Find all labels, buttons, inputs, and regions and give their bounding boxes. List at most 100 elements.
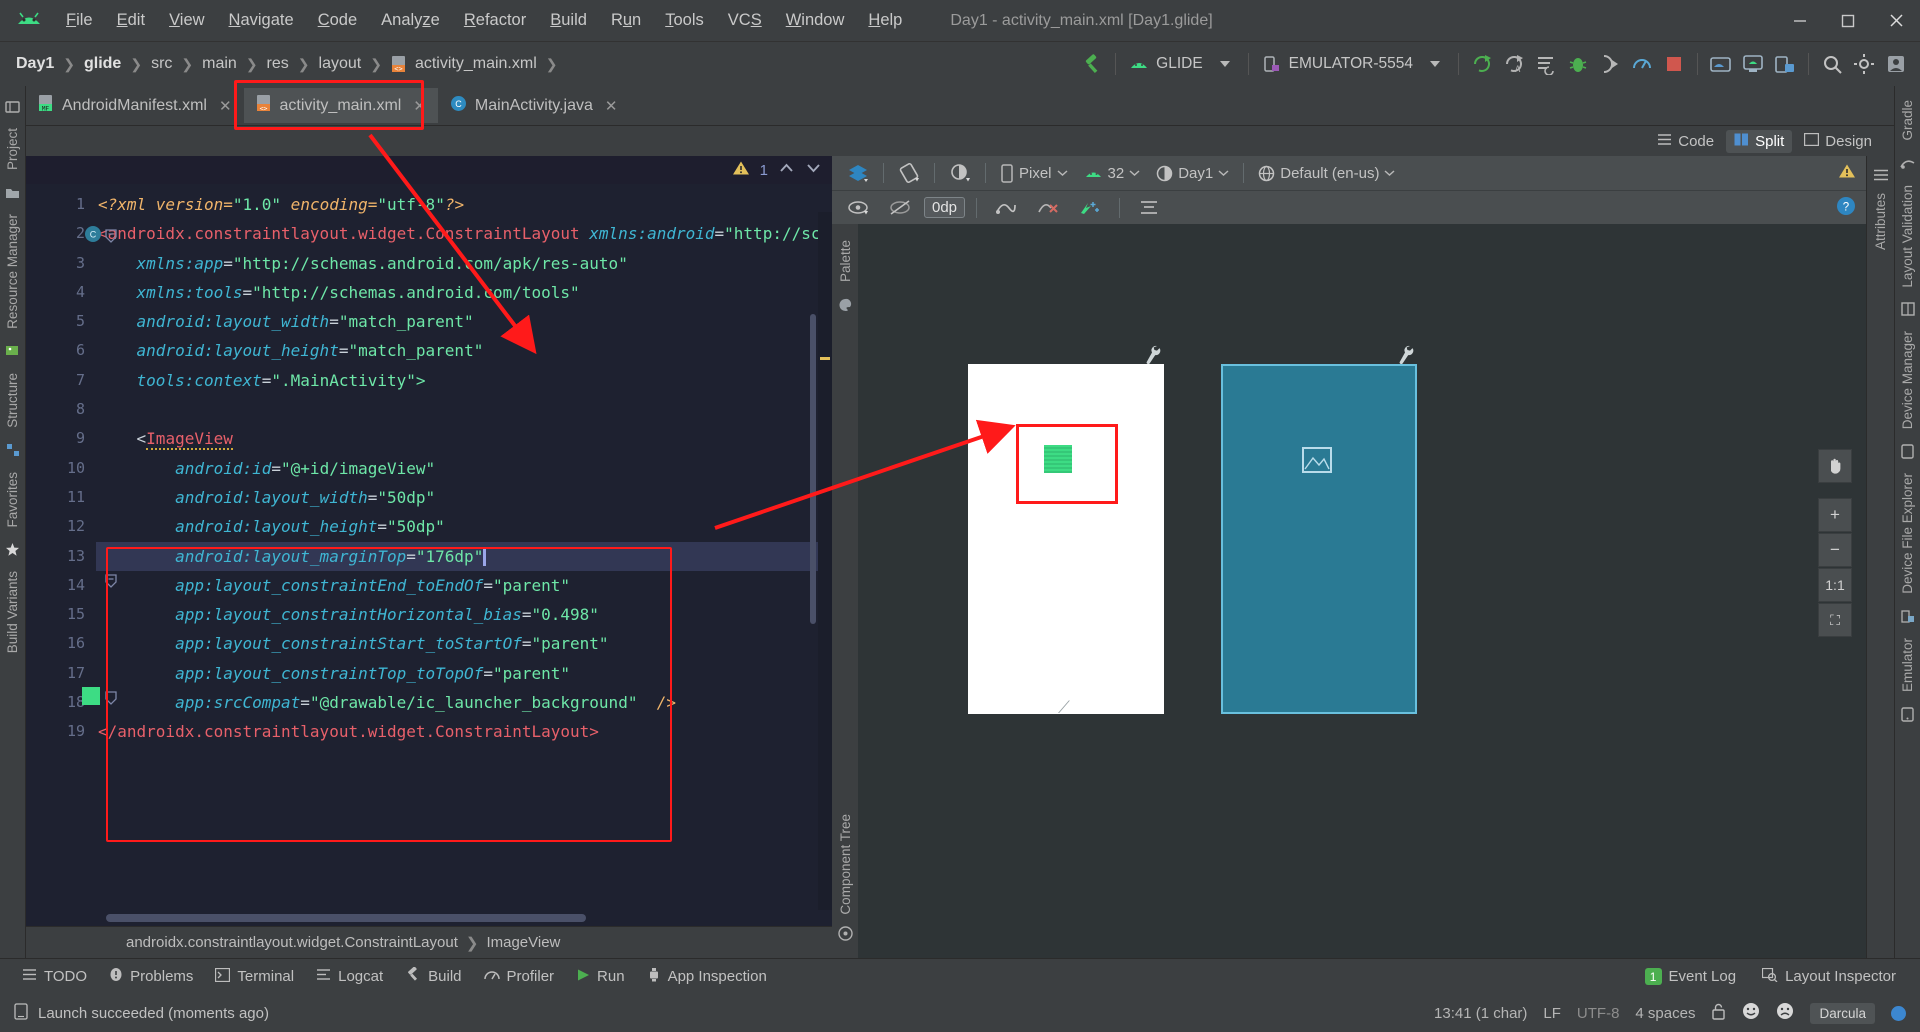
- design-help-icon[interactable]: ?: [1836, 196, 1866, 220]
- design-render-preview[interactable]: [968, 364, 1164, 714]
- breadcrumb-glide[interactable]: glide: [82, 53, 123, 75]
- orientation-button[interactable]: [891, 160, 927, 186]
- device-config-selector[interactable]: Pixel: [993, 161, 1075, 186]
- zoom-actual-button[interactable]: 1:1: [1818, 568, 1852, 602]
- vertical-scrollbar[interactable]: [810, 314, 816, 624]
- menu-code[interactable]: Code: [306, 7, 369, 34]
- code-line[interactable]: <androidx.constraintlayout.widget.Constr…: [96, 219, 832, 248]
- class-marker-icon[interactable]: C: [84, 225, 102, 247]
- sad-face-icon[interactable]: [1776, 1002, 1794, 1024]
- menu-view[interactable]: View: [157, 7, 216, 34]
- menu-edit[interactable]: Edit: [105, 7, 157, 34]
- zoom-in-button[interactable]: +: [1818, 498, 1852, 532]
- api-level-selector[interactable]: 32: [1077, 162, 1148, 185]
- line-separator[interactable]: LF: [1543, 1005, 1561, 1022]
- code-line[interactable]: android:id="@+id/imageView": [96, 454, 832, 483]
- tab-mainactivity[interactable]: C MainActivity.java ✕: [438, 86, 630, 125]
- breadcrumb-imageview[interactable]: ImageView: [486, 934, 560, 951]
- bottom-tool-profiler[interactable]: Profiler: [474, 964, 565, 990]
- device-dropdown[interactable]: [1419, 48, 1451, 80]
- code-line[interactable]: [96, 395, 832, 424]
- blueprint-preview[interactable]: [1221, 364, 1417, 714]
- night-mode-button[interactable]: [942, 160, 978, 186]
- project-panel-icon[interactable]: [4, 97, 22, 115]
- avd-manager-icon[interactable]: [1737, 48, 1769, 80]
- code-line[interactable]: <?xml version="1.0" encoding="utf-8"?>: [96, 190, 832, 219]
- clear-constraints-icon[interactable]: [1030, 196, 1066, 219]
- menu-run[interactable]: Run: [599, 7, 653, 34]
- tab-close-icon[interactable]: ✕: [413, 97, 426, 115]
- debug-app-icon[interactable]: A: [1498, 48, 1530, 80]
- menu-navigate[interactable]: Navigate: [217, 7, 306, 34]
- code-line[interactable]: android:layout_width="match_parent": [96, 307, 832, 336]
- settings-gear-icon[interactable]: [1848, 48, 1880, 80]
- mode-code[interactable]: Code: [1649, 130, 1722, 153]
- autoconnect-icon[interactable]: [882, 196, 918, 219]
- run-app-icon[interactable]: [1466, 48, 1498, 80]
- theme-selector[interactable]: Day1: [1149, 162, 1236, 185]
- breadcrumb-constraintlayout[interactable]: androidx.constraintlayout.widget.Constra…: [126, 934, 458, 951]
- run-configuration-selector[interactable]: GLIDE: [1123, 52, 1209, 76]
- design-warning-icon[interactable]: [1838, 163, 1866, 183]
- mode-design[interactable]: Design: [1796, 130, 1880, 153]
- tab-close-icon[interactable]: ✕: [219, 97, 232, 115]
- color-preview-swatch[interactable]: [82, 687, 100, 705]
- run-config-dropdown[interactable]: [1209, 48, 1241, 80]
- menu-tools[interactable]: Tools: [653, 7, 716, 34]
- breadcrumb-file[interactable]: activity_main.xml: [413, 53, 539, 75]
- menu-build[interactable]: Build: [538, 7, 599, 34]
- debug-bug-icon[interactable]: [1562, 48, 1594, 80]
- menu-file[interactable]: FFileile: [54, 7, 105, 34]
- design-surface-mode-button[interactable]: [840, 160, 876, 186]
- breadcrumb-src[interactable]: src: [149, 53, 174, 75]
- baseline-align-icon[interactable]: [1131, 196, 1167, 219]
- sdk-manager-icon[interactable]: [1705, 48, 1737, 80]
- user-account-icon[interactable]: [1880, 48, 1912, 80]
- breadcrumb-res[interactable]: res: [265, 53, 291, 75]
- code-line[interactable]: xmlns:app="http://schemas.android.com/ap…: [96, 249, 832, 278]
- horizontal-scrollbar-track[interactable]: [26, 910, 832, 926]
- marker-stripe[interactable]: [818, 212, 832, 910]
- profiler-icon[interactable]: [1626, 48, 1658, 80]
- attributes-label[interactable]: Attributes: [1873, 187, 1888, 256]
- menu-help[interactable]: Help: [856, 7, 914, 34]
- attach-debugger-icon[interactable]: [1594, 48, 1626, 80]
- fold-collapse-icon[interactable]: [105, 229, 117, 247]
- bottom-tool-todo[interactable]: TODO: [12, 964, 97, 989]
- code-line[interactable]: app:layout_constraintTop_toTopOf="parent…: [96, 659, 832, 688]
- tab-close-icon[interactable]: ✕: [605, 97, 618, 115]
- sidebar-item-emulator[interactable]: Emulator: [1900, 632, 1915, 698]
- default-margin-field[interactable]: 0dp: [924, 197, 966, 218]
- sidebar-item-project[interactable]: Project: [5, 122, 20, 176]
- next-problem-icon[interactable]: [805, 161, 822, 179]
- caret-position[interactable]: 13:41 (1 char): [1434, 1005, 1527, 1022]
- maximize-button[interactable]: [1824, 0, 1872, 42]
- mode-split[interactable]: Split: [1726, 129, 1793, 153]
- happy-face-icon[interactable]: [1742, 1002, 1760, 1024]
- locale-selector[interactable]: Default (en-us): [1251, 162, 1402, 185]
- device-file-explorer-icon[interactable]: [1769, 48, 1801, 80]
- bottom-tool-layout-inspector[interactable]: Layout Inspector: [1752, 964, 1906, 990]
- lock-icon[interactable]: [1711, 1003, 1726, 1024]
- sidebar-item-gradle[interactable]: Gradle: [1900, 94, 1915, 147]
- zoom-out-button[interactable]: −: [1818, 533, 1852, 567]
- code-line[interactable]: android:layout_width="50dp": [96, 483, 832, 512]
- menu-refactor[interactable]: Refactor: [452, 7, 538, 34]
- sidebar-item-favorites[interactable]: Favorites: [5, 466, 20, 534]
- sidebar-item-device-manager[interactable]: Device Manager: [1900, 325, 1915, 435]
- horizontal-scrollbar[interactable]: [106, 914, 586, 922]
- fold-collapse-icon-line18[interactable]: [105, 691, 117, 709]
- code-line[interactable]: android:layout_height="match_parent": [96, 336, 832, 365]
- fold-collapse-icon-imageview[interactable]: [105, 574, 117, 592]
- sidebar-item-resource-manager[interactable]: Resource Manager: [5, 208, 20, 335]
- palette-label[interactable]: Palette: [838, 234, 853, 288]
- bottom-tool-logcat[interactable]: Logcat: [306, 964, 393, 989]
- code-text[interactable]: <?xml version="1.0" encoding="utf-8"?> <a…: [96, 184, 832, 910]
- code-line[interactable]: app:layout_constraintStart_toStartOf="pa…: [96, 629, 832, 658]
- bottom-tool-terminal[interactable]: Terminal: [205, 964, 304, 990]
- sidebar-item-layout-validation[interactable]: Layout Validation: [1900, 179, 1915, 294]
- code-line[interactable]: tools:context=".MainActivity">: [96, 366, 832, 395]
- code-line[interactable]: android:layout_marginTop="176dp": [96, 541, 832, 571]
- menu-vcs[interactable]: VCS: [716, 7, 774, 34]
- infer-constraints-icon[interactable]: [1072, 196, 1108, 219]
